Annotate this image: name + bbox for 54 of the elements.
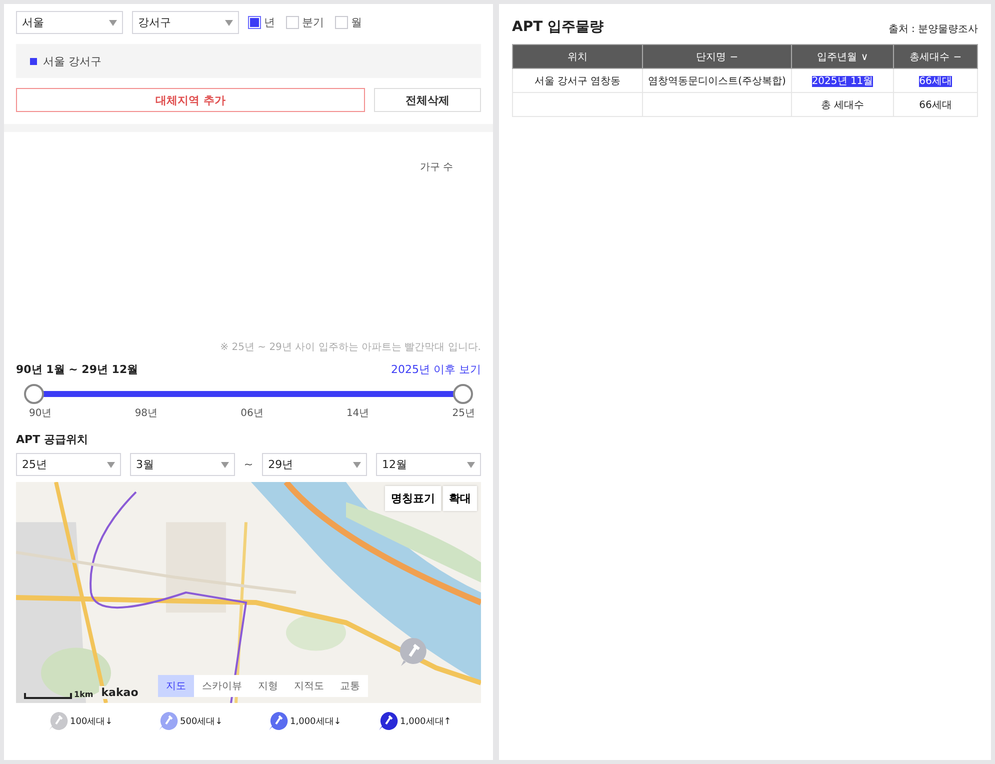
table-cell: 총 세대수 (820, 100, 864, 110)
delete-all-button[interactable]: 전체삭제 (374, 88, 481, 112)
add-region-button[interactable]: 대체지역 추가 (16, 88, 365, 112)
axis-label: 가구 수 (420, 161, 453, 174)
column-header[interactable]: 총세대수 (909, 52, 950, 62)
dropdown[interactable]: 12월 (376, 453, 481, 476)
tick-label: 25년 (452, 407, 475, 420)
table-cell: 서울 강서구 염창동 (534, 76, 621, 86)
legend-label: 1,000세대↑ (400, 716, 452, 728)
map-button[interactable]: 확대 (443, 486, 477, 511)
map-button[interactable]: 명칭표기 (385, 486, 441, 511)
scale-bar-icon (24, 693, 72, 699)
dropdown[interactable]: 25년 (16, 453, 121, 476)
sort-icon[interactable]: ∨ (860, 52, 868, 62)
sort-icon[interactable]: − (730, 52, 738, 62)
source-text: 출처 : 분양물량조사 (888, 23, 978, 36)
table-cell: 66세대 (919, 100, 952, 110)
dropdown[interactable]: 서울 (16, 11, 123, 34)
legend-label: 1,000세대↓ (290, 716, 342, 728)
tick-label: 90년 (29, 407, 52, 420)
dropdown[interactable]: 강서구 (132, 11, 239, 34)
view-link[interactable]: 2025년 이후 보기 (391, 362, 481, 377)
column-header[interactable]: 위치 (568, 52, 588, 62)
slider-handle[interactable] (453, 384, 473, 404)
panel-title: APT 입주물량 (512, 18, 604, 36)
map-tab[interactable]: 지도 (158, 675, 194, 697)
table-cell: 66세대 (919, 76, 952, 86)
tick-label: 98년 (134, 407, 158, 420)
range-separator: ~ (244, 458, 254, 471)
checkbox-label[interactable]: 월 (351, 15, 362, 30)
tick-label: 06년 (240, 407, 264, 420)
column-header[interactable]: 입주년월 (816, 52, 857, 62)
dropdown[interactable]: 3월 (130, 453, 235, 476)
checkbox-label[interactable]: 분기 (302, 15, 324, 30)
pin-icon[interactable] (399, 637, 427, 667)
table-cell: 염창역동문디이스트(주상복합) (648, 76, 786, 86)
checkbox[interactable] (248, 16, 261, 29)
dropdown[interactable]: 29년 (262, 453, 368, 476)
tick-label: 14년 (346, 407, 370, 420)
region-label: 서울 강서구 (43, 54, 102, 68)
slider-handle[interactable] (24, 384, 44, 404)
map-logo: kakao (99, 686, 140, 699)
legend-label: 100세대↓ (70, 716, 113, 728)
column-header[interactable]: 단지명 (696, 52, 726, 62)
checkbox[interactable] (335, 16, 348, 29)
section-title: APT 공급위치 (16, 432, 89, 447)
sort-icon[interactable]: − (953, 52, 962, 62)
scale-label: 1km (74, 690, 94, 699)
checkbox[interactable] (286, 16, 299, 29)
legend-label: 500세대↓ (180, 716, 223, 728)
note-text: ※ 25년 ~ 29년 사이 입주하는 아파트는 빨간막대 입니다. (219, 341, 481, 354)
checkbox-label[interactable]: 년 (264, 15, 275, 30)
table-cell: 2025년 11월 (812, 76, 874, 86)
range-title: 90년 1월 ~ 29년 12월 (16, 362, 138, 377)
